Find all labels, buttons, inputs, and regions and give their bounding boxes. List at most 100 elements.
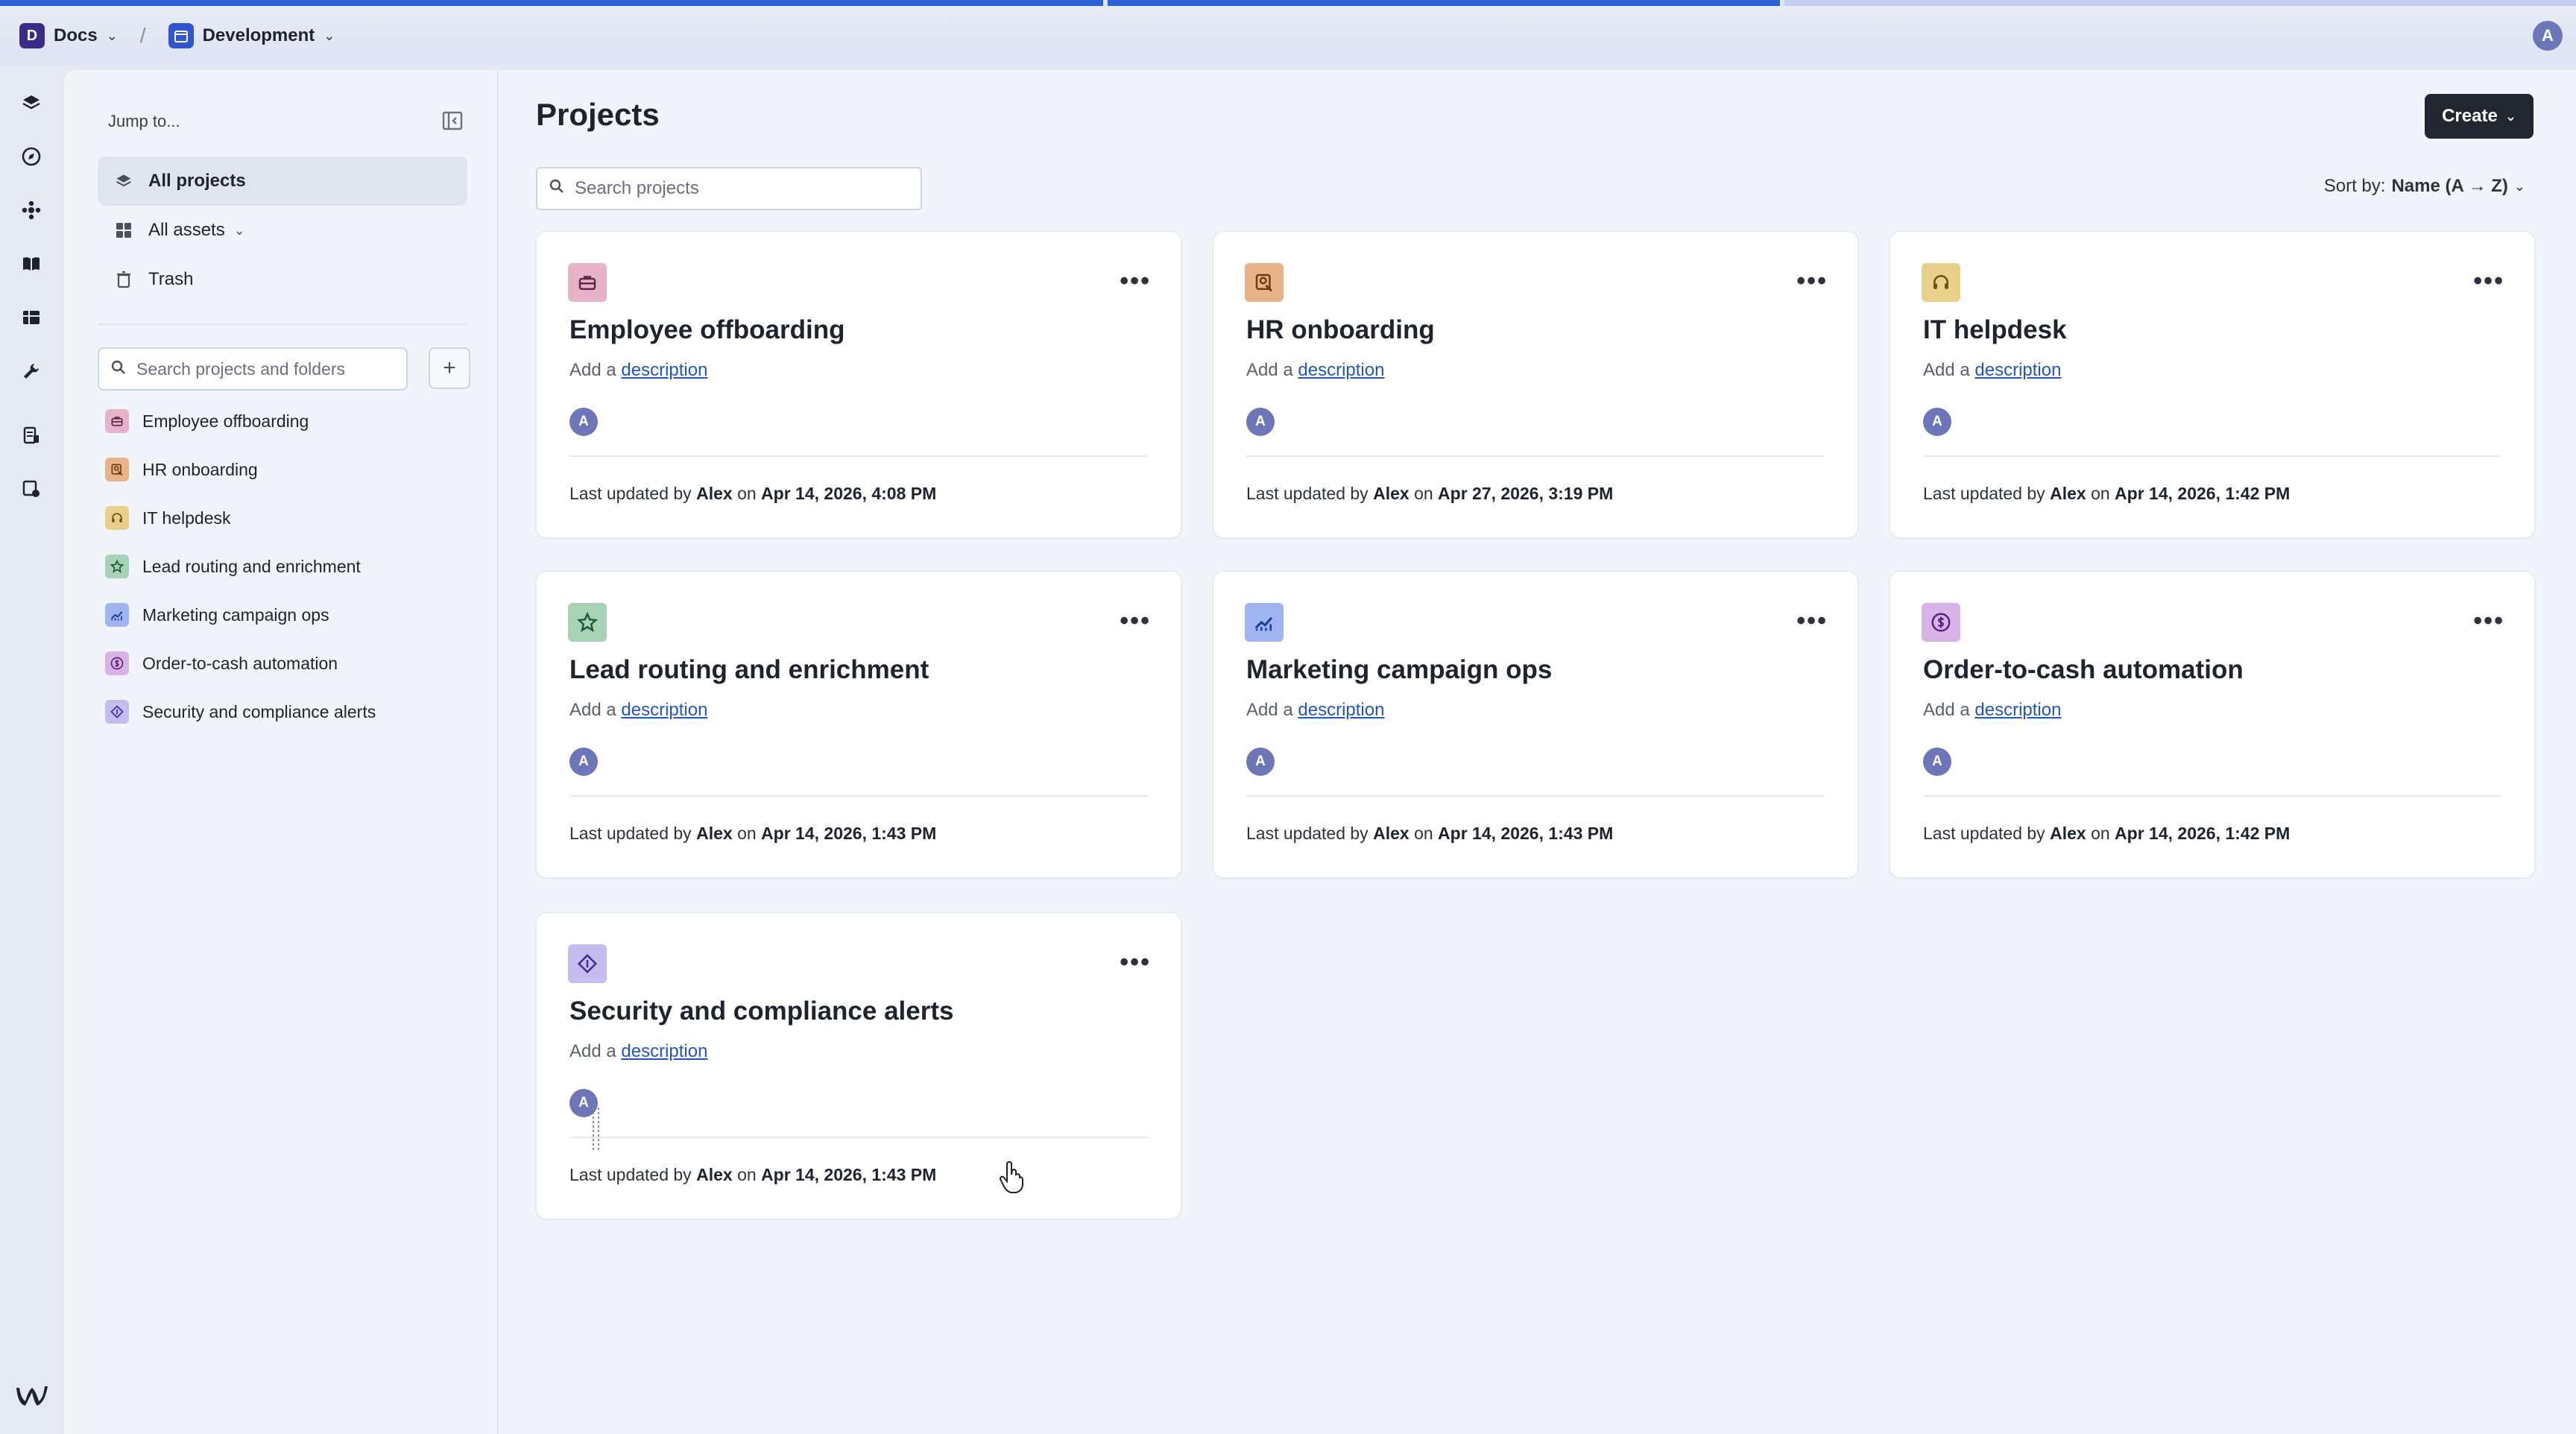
updated-user: Alex [696, 824, 733, 843]
hand-cursor-icon [999, 1161, 1023, 1193]
project-card[interactable]: ••• Order-to-cash automation Add a descrip… [1890, 571, 2535, 878]
more-options-icon[interactable]: ••• [1120, 268, 1151, 294]
card-title[interactable]: HR onboarding [1246, 315, 1435, 345]
user-avatar[interactable]: A [2533, 21, 2563, 51]
dollar-icon [1922, 603, 1960, 642]
nav-trash[interactable]: Trash [98, 255, 467, 304]
environment-name: Development [202, 25, 315, 45]
card-divider [569, 1137, 1148, 1138]
more-options-icon[interactable]: ••• [1796, 608, 1828, 634]
card-last-updated: Last updated by Alex on Apr 14, 2026, 4:… [569, 484, 936, 504]
updated-on: on [2091, 824, 2110, 843]
project-card[interactable]: ••• Marketing campaign ops Add a descripti… [1213, 571, 1858, 878]
description-prefix: Add a [569, 1041, 616, 1061]
add-description-link[interactable]: description [1974, 700, 2061, 720]
card-avatar[interactable]: A [569, 748, 598, 776]
book-icon[interactable] [16, 249, 46, 279]
drag-handle-icon[interactable] [591, 1108, 602, 1152]
tree-item-label: Lead routing and enrichment [142, 556, 361, 576]
updated-user: Alex [696, 484, 733, 503]
project-search-input[interactable]: Search projects [536, 167, 922, 210]
card-avatar[interactable]: A [1246, 748, 1275, 776]
more-options-icon[interactable]: ••• [1796, 268, 1828, 294]
card-title[interactable]: Lead routing and enrichment [569, 655, 929, 685]
breadcrumb-separator: / [139, 24, 146, 47]
updated-prefix: Last updated by [569, 824, 692, 843]
tree-item[interactable]: IT helpdesk [105, 499, 230, 537]
tree-item[interactable]: Marketing campaign ops [105, 596, 329, 634]
project-card[interactable]: ••• Employee offboarding Add a description… [536, 231, 1181, 538]
card-last-updated: Last updated by Alex on Apr 14, 2026, 1:… [569, 1165, 936, 1185]
create-label: Create [2442, 106, 2498, 126]
more-options-icon[interactable]: ••• [2473, 268, 2504, 294]
tree-item[interactable]: Lead routing and enrichment [105, 548, 361, 585]
project-card[interactable]: ••• IT helpdesk Add a description A Last upd… [1890, 231, 2535, 538]
wrench-icon[interactable] [16, 356, 46, 386]
sort-dropdown[interactable]: Sort by: Name (A → Z) ⌄ [2324, 176, 2525, 197]
document-settings-icon[interactable] [16, 474, 46, 504]
nav-label: All assets [148, 220, 225, 240]
updated-prefix: Last updated by [1246, 824, 1368, 843]
compass-icon[interactable] [16, 142, 46, 171]
card-title[interactable]: Security and compliance alerts [569, 996, 953, 1026]
chevron-down-icon: ⌄ [323, 28, 335, 43]
nav-all-projects[interactable]: All projects [98, 157, 467, 206]
card-avatar[interactable]: A [569, 408, 598, 436]
tree-item[interactable]: Employee offboarding [105, 402, 309, 440]
search-icon [111, 359, 126, 379]
diamond-icon [568, 944, 607, 983]
progress-segment [1108, 0, 1780, 6]
add-description-link[interactable]: description [621, 1041, 707, 1061]
add-description-link[interactable]: description [1298, 700, 1384, 720]
card-last-updated: Last updated by Alex on Apr 14, 2026, 1:… [1923, 824, 2290, 844]
top-bar: D Docs ⌄ / Development ⌄ A [0, 6, 2576, 66]
card-avatar[interactable]: A [1923, 408, 1951, 436]
collapse-sidebar-icon[interactable] [439, 107, 466, 134]
progress-segment [1784, 0, 2576, 6]
nav-all-assets[interactable]: All assets ⌄ [98, 206, 467, 255]
card-avatar[interactable]: A [1923, 748, 1951, 776]
add-description-link[interactable]: description [621, 700, 707, 720]
project-card[interactable]: ••• Lead routing and enrichment Add a desc… [536, 571, 1181, 878]
chevron-down-icon: ⌄ [2513, 178, 2525, 194]
card-title[interactable]: Marketing campaign ops [1246, 655, 1552, 685]
project-card[interactable]: ••• HR onboarding Add a description A Last u… [1213, 231, 1858, 538]
updated-prefix: Last updated by [1246, 484, 1368, 503]
layers-icon[interactable] [16, 88, 46, 118]
add-folder-button[interactable]: + [429, 347, 470, 389]
more-options-icon[interactable]: ••• [1120, 950, 1151, 975]
jump-to-button[interactable]: Jump to... [108, 112, 180, 131]
card-title[interactable]: Employee offboarding [569, 315, 845, 345]
add-description-link[interactable]: description [1974, 360, 2061, 380]
environment-switcher[interactable]: Development ⌄ [168, 23, 335, 48]
chart-icon [1245, 603, 1284, 642]
more-options-icon[interactable]: ••• [1120, 608, 1151, 634]
card-title[interactable]: Order-to-cash automation [1923, 655, 2244, 685]
person-search-icon [105, 458, 129, 481]
card-title[interactable]: IT helpdesk [1923, 315, 2067, 345]
project-card[interactable]: ••• Security and compliance alerts Add a d… [536, 912, 1181, 1219]
tree-item[interactable]: Security and compliance alerts [105, 693, 376, 730]
progress-segment [0, 0, 1103, 6]
dollar-icon [105, 651, 129, 675]
updated-on: on [737, 484, 757, 503]
document-list-icon[interactable] [16, 420, 46, 450]
add-description-link[interactable]: description [621, 360, 707, 380]
chart-icon [105, 603, 129, 627]
more-options-icon[interactable]: ••• [2473, 608, 2504, 634]
app-logo-icon[interactable] [15, 1382, 49, 1412]
updated-date: Apr 14, 2026, 1:42 PM [2115, 484, 2291, 503]
snowflake-icon[interactable] [16, 195, 46, 225]
tree-item-label: Order-to-cash automation [142, 653, 338, 673]
updated-prefix: Last updated by [1923, 484, 2045, 503]
star-icon [105, 555, 129, 578]
card-avatar[interactable]: A [1246, 408, 1275, 436]
create-button[interactable]: Create ⌄ [2425, 94, 2534, 139]
workspace-switcher[interactable]: D Docs ⌄ [19, 23, 118, 48]
tree-item[interactable]: HR onboarding [105, 451, 258, 488]
tree-item-label: Marketing campaign ops [142, 604, 329, 625]
tree-item[interactable]: Order-to-cash automation [105, 645, 338, 682]
table-icon[interactable] [16, 303, 46, 332]
add-description-link[interactable]: description [1298, 360, 1384, 380]
sidebar-search-input[interactable]: Search projects and folders [98, 347, 408, 391]
